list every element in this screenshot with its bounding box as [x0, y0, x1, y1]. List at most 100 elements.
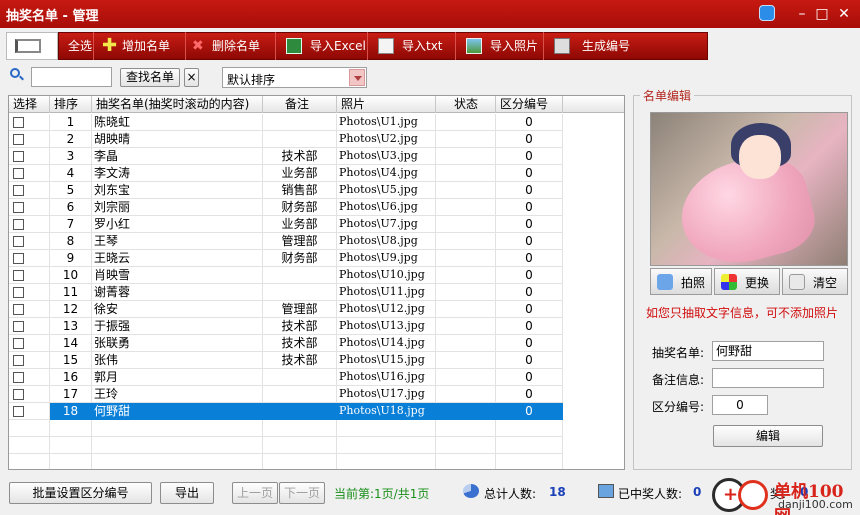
- sort-select[interactable]: 默认排序: [222, 67, 367, 88]
- cell-number: 0: [496, 250, 563, 267]
- list-table[interactable]: 选择 排序 抽奖名单(抽奖时滚动的内容) 备注 照片 状态 区分编号 1 陈晓虹 P…: [8, 95, 625, 470]
- generate-number-button[interactable]: 生成编号: [548, 32, 706, 60]
- table-row[interactable]: 10 肖映雪 Photos\U10.jpg 0: [9, 267, 624, 284]
- header-note[interactable]: 备注: [263, 96, 337, 113]
- number-field[interactable]: 0: [712, 395, 768, 415]
- cell-note: [263, 369, 337, 386]
- row-checkbox[interactable]: [13, 117, 24, 128]
- next-page-button[interactable]: 下一页: [279, 482, 325, 504]
- row-checkbox[interactable]: [13, 338, 24, 349]
- delete-list-button[interactable]: ✖ 删除名单: [186, 32, 276, 60]
- table-row[interactable]: 18 何野甜 Photos\U18.jpg 0: [9, 403, 624, 420]
- select-all-button[interactable]: 全选: [62, 32, 94, 60]
- select-cell: [9, 199, 50, 216]
- row-checkbox[interactable]: [13, 321, 24, 332]
- cell-note: [263, 403, 337, 420]
- table-row[interactable]: 7 罗小红 业务部 Photos\U7.jpg 0: [9, 216, 624, 233]
- find-list-button[interactable]: 查找名单: [120, 68, 180, 87]
- row-checkbox[interactable]: [13, 270, 24, 281]
- name-field[interactable]: 何野甜: [712, 341, 824, 361]
- header-photo[interactable]: 照片: [337, 96, 436, 113]
- row-checkbox[interactable]: [13, 372, 24, 383]
- cell-note: 技术部: [263, 335, 337, 352]
- grid-filler: [563, 96, 564, 469]
- cell-photo: Photos\U8.jpg: [337, 233, 436, 250]
- header-number[interactable]: 区分编号: [496, 96, 563, 113]
- table-row[interactable]: 8 王琴 管理部 Photos\U8.jpg 0: [9, 233, 624, 250]
- header-status[interactable]: 状态: [436, 96, 496, 113]
- cell-name: 李文涛: [92, 165, 263, 182]
- minimize-icon[interactable]: –: [792, 4, 812, 24]
- table-row[interactable]: 5 刘东宝 销售部 Photos\U5.jpg 0: [9, 182, 624, 199]
- row-checkbox[interactable]: [13, 355, 24, 366]
- cell-photo: Photos\U5.jpg: [337, 182, 436, 199]
- generate-number-label: 生成编号: [582, 39, 631, 53]
- back-icon: [15, 39, 41, 53]
- cell-photo: Photos\U6.jpg: [337, 199, 436, 216]
- cell-order: 17: [50, 386, 92, 403]
- export-button[interactable]: 导出: [160, 482, 214, 504]
- import-photo-button[interactable]: 导入照片: [460, 32, 544, 60]
- maximize-icon[interactable]: □: [812, 4, 832, 24]
- row-checkbox[interactable]: [13, 253, 24, 264]
- cell-photo: Photos\U18.jpg: [337, 403, 436, 420]
- table-row[interactable]: 2 胡映晴 Photos\U2.jpg 0: [9, 131, 624, 148]
- header-name[interactable]: 抽奖名单(抽奖时滚动的内容): [92, 96, 263, 113]
- close-icon[interactable]: ✕: [834, 4, 854, 24]
- back-button[interactable]: [6, 32, 58, 60]
- row-checkbox[interactable]: [13, 287, 24, 298]
- table-row[interactable]: 14 张联勇 技术部 Photos\U14.jpg 0: [9, 335, 624, 352]
- clear-photo-button[interactable]: 清空: [782, 268, 848, 295]
- batch-number-button[interactable]: 批量设置区分编号: [9, 482, 152, 504]
- header-select[interactable]: 选择: [9, 96, 50, 113]
- cell-status: [436, 199, 496, 216]
- table-row[interactable]: 17 王玲 Photos\U17.jpg 0: [9, 386, 624, 403]
- row-checkbox[interactable]: [13, 134, 24, 145]
- table-row[interactable]: 13 于振强 技术部 Photos\U13.jpg 0: [9, 318, 624, 335]
- import-excel-button[interactable]: 导入Excel: [280, 32, 368, 60]
- table-row[interactable]: 3 李晶 技术部 Photos\U3.jpg 0: [9, 148, 624, 165]
- cell-photo: Photos\U3.jpg: [337, 148, 436, 165]
- row-checkbox[interactable]: [13, 185, 24, 196]
- row-checkbox[interactable]: [13, 304, 24, 315]
- cell-note: [263, 386, 337, 403]
- replace-label: 更换: [745, 276, 770, 290]
- cell-status: [436, 131, 496, 148]
- cell-note: [263, 114, 337, 131]
- note-field[interactable]: [712, 368, 824, 388]
- cell-status: [436, 233, 496, 250]
- cell-order: 9: [50, 250, 92, 267]
- pie-chart-icon: [463, 484, 479, 498]
- import-txt-button[interactable]: 导入txt: [372, 32, 456, 60]
- table-row[interactable]: 12 徐安 管理部 Photos\U12.jpg 0: [9, 301, 624, 318]
- replace-photo-button[interactable]: 更换: [714, 268, 780, 295]
- table-row[interactable]: 15 张伟 技术部 Photos\U15.jpg 0: [9, 352, 624, 369]
- capture-button[interactable]: 拍照: [650, 268, 712, 295]
- table-row[interactable]: 16 郭月 Photos\U16.jpg 0: [9, 369, 624, 386]
- table-row[interactable]: 4 李文涛 业务部 Photos\U4.jpg 0: [9, 165, 624, 182]
- row-checkbox[interactable]: [13, 219, 24, 230]
- row-checkbox[interactable]: [13, 168, 24, 179]
- skin-icon[interactable]: [759, 5, 775, 21]
- cell-order: 16: [50, 369, 92, 386]
- search-input[interactable]: [31, 67, 112, 87]
- add-list-button[interactable]: ✚ 增加名单: [96, 32, 186, 60]
- cell-photo: Photos\U7.jpg: [337, 216, 436, 233]
- table-row[interactable]: 9 王晓云 财务部 Photos\U9.jpg 0: [9, 250, 624, 267]
- number-label: 区分编号:: [652, 400, 705, 414]
- cell-number: 0: [496, 267, 563, 284]
- table-row[interactable]: 1 陈晓虹 Photos\U1.jpg 0: [9, 114, 624, 131]
- table-row[interactable]: 11 谢菁蓉 Photos\U11.jpg 0: [9, 284, 624, 301]
- chevron-down-icon: [349, 69, 365, 86]
- cell-number: 0: [496, 114, 563, 131]
- clear-search-button[interactable]: ×: [184, 68, 199, 87]
- row-checkbox[interactable]: [13, 406, 24, 417]
- row-checkbox[interactable]: [13, 236, 24, 247]
- edit-button[interactable]: 编辑: [713, 425, 823, 447]
- table-row[interactable]: 6 刘宗丽 财务部 Photos\U6.jpg 0: [9, 199, 624, 216]
- row-checkbox[interactable]: [13, 389, 24, 400]
- prev-page-button[interactable]: 上一页: [232, 482, 278, 504]
- row-checkbox[interactable]: [13, 151, 24, 162]
- row-checkbox[interactable]: [13, 202, 24, 213]
- header-order[interactable]: 排序: [50, 96, 92, 113]
